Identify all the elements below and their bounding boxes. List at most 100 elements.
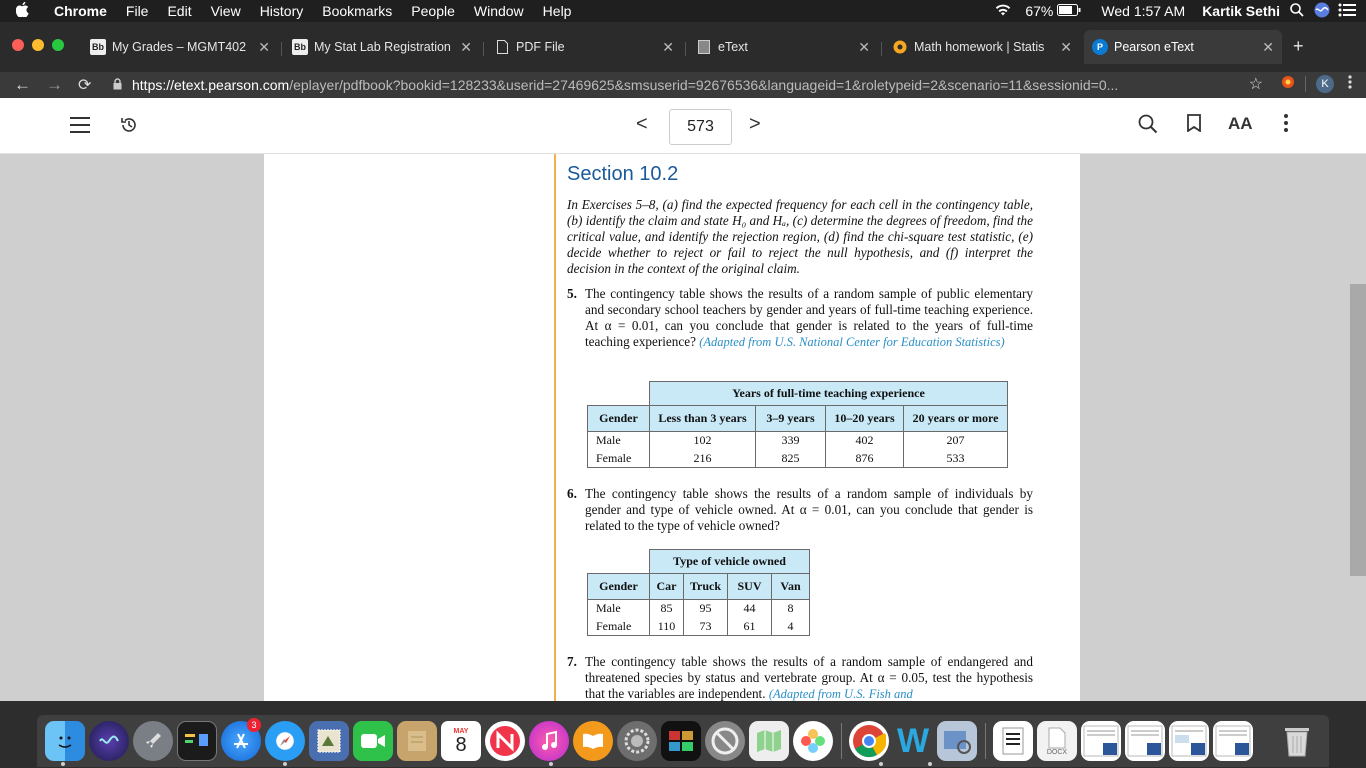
photo-booth-icon[interactable]	[661, 721, 701, 761]
itunes-music-icon[interactable]	[529, 721, 569, 761]
url-host: https://etext.pearson.com	[132, 77, 290, 93]
maps-icon[interactable]	[749, 721, 789, 761]
tab-math-homework[interactable]: Math homework | Statis ✕	[884, 36, 1080, 58]
column-header: Truck	[683, 573, 728, 600]
forward-arrow-icon[interactable]: →	[46, 75, 63, 95]
hamburger-menu-icon[interactable]	[70, 117, 90, 138]
calendar-day: 8	[455, 733, 467, 756]
battery-icon[interactable]	[1057, 3, 1081, 19]
chrome-menu-icon[interactable]	[1348, 74, 1352, 94]
menu-edit[interactable]: Edit	[167, 3, 191, 19]
font-size-button[interactable]: AA	[1228, 114, 1253, 134]
apple-icon[interactable]	[15, 1, 36, 20]
zoom-window-button[interactable]	[52, 39, 64, 51]
menu-view[interactable]: View	[211, 3, 241, 19]
system-preferences-gear-icon[interactable]	[617, 721, 657, 761]
tab-pearson-etext[interactable]: P Pearson eText ✕	[1084, 30, 1282, 64]
close-tab-icon[interactable]: ✕	[1262, 39, 1274, 56]
menu-file[interactable]: File	[126, 3, 149, 19]
tab-etext[interactable]: eText ✕	[688, 36, 878, 58]
reload-icon[interactable]: ⟳	[78, 75, 91, 95]
clock[interactable]: Wed 1:57 AM	[1101, 3, 1185, 19]
user-name[interactable]: Kartik Sethi	[1202, 3, 1280, 19]
minimize-window-button[interactable]	[32, 39, 44, 51]
file-type-label: DOCX	[1046, 748, 1068, 756]
docx-file-icon[interactable]: DOCX	[1037, 721, 1077, 761]
word-document-thumbnail-icon[interactable]	[1213, 721, 1253, 761]
table-group-header: Years of full-time teaching experience	[649, 381, 1008, 406]
calendar-icon[interactable]: MAY 8	[441, 721, 481, 761]
notes-paper-icon[interactable]	[397, 721, 437, 761]
vehicle-type-table: Type of vehicle owned Gender Car Truck S…	[587, 549, 810, 636]
table-row: Female 216 825 876 533	[587, 449, 1008, 468]
safari-compass-icon[interactable]	[265, 721, 305, 761]
running-indicator	[549, 762, 553, 766]
activity-monitor-icon[interactable]	[177, 721, 217, 761]
previous-page-button[interactable]: <	[636, 113, 648, 136]
profile-avatar[interactable]: K	[1316, 75, 1334, 93]
menu-people[interactable]: People	[411, 3, 455, 19]
tab-my-grades[interactable]: Bb My Grades – MGMT402 ✕	[82, 36, 278, 58]
more-options-icon[interactable]	[1284, 114, 1288, 138]
tab-stat-lab[interactable]: Bb My Stat Lab Registration ✕	[284, 36, 480, 58]
photos-flower-icon[interactable]	[793, 721, 833, 761]
trash-icon[interactable]	[1277, 721, 1317, 761]
textbook-page: Section 10.2 In Exercises 5–8, (a) find …	[264, 154, 1080, 701]
menu-help[interactable]: Help	[543, 3, 572, 19]
menu-app-name[interactable]: Chrome	[54, 3, 107, 19]
menu-window[interactable]: Window	[474, 3, 524, 19]
table-cell: 4	[771, 617, 810, 636]
tab-title: My Grades – MGMT402	[112, 40, 247, 54]
page-scrollbar[interactable]	[1350, 284, 1366, 576]
bookmark-star-icon[interactable]: ☆	[1249, 74, 1263, 94]
books-icon[interactable]	[573, 721, 613, 761]
close-tab-icon[interactable]: ✕	[662, 39, 674, 56]
word-document-thumbnail-icon[interactable]	[1125, 721, 1165, 761]
finder-icon[interactable]	[45, 721, 85, 761]
lock-icon[interactable]	[113, 77, 122, 93]
address-bar[interactable]: https://etext.pearson.com/eplayer/pdfboo…	[113, 74, 1243, 96]
history-icon[interactable]	[119, 115, 139, 140]
extension-icon[interactable]	[1281, 75, 1295, 94]
facetime-icon[interactable]	[353, 721, 393, 761]
back-arrow-icon[interactable]: ←	[14, 75, 31, 95]
running-indicator	[61, 762, 65, 766]
dock-area: 3 MAY 8 W DOCX	[0, 701, 1366, 768]
table-group-header: Type of vehicle owned	[649, 549, 810, 574]
siri-icon[interactable]	[89, 721, 129, 761]
table-cell: 85	[649, 599, 684, 618]
new-tab-button[interactable]: +	[1293, 36, 1304, 57]
tab-pdf-file[interactable]: PDF File ✕	[486, 36, 682, 58]
close-tab-icon[interactable]: ✕	[858, 39, 870, 56]
document-stack-icon[interactable]	[993, 721, 1033, 761]
preview-icon[interactable]	[937, 721, 977, 761]
close-tab-icon[interactable]: ✕	[460, 39, 472, 56]
window-controls	[12, 39, 64, 51]
dock-divider	[841, 723, 842, 759]
bookmark-icon[interactable]	[1187, 114, 1201, 138]
search-icon[interactable]	[1138, 114, 1158, 140]
word-document-thumbnail-icon[interactable]	[1081, 721, 1121, 761]
close-tab-icon[interactable]: ✕	[1060, 39, 1072, 56]
mail-stamp-icon[interactable]	[309, 721, 349, 761]
menu-bookmarks[interactable]: Bookmarks	[322, 3, 392, 19]
word-w-icon[interactable]: W	[893, 721, 933, 761]
exercise-source: (Adapted from U.S. Fish and	[768, 687, 913, 701]
document-icon	[494, 39, 510, 55]
page-number-input[interactable]: 573	[669, 109, 732, 145]
wifi-icon[interactable]	[995, 3, 1011, 19]
exercise-source: (Adapted from U.S. National Center for E…	[699, 335, 1005, 349]
launchpad-rocket-icon[interactable]	[133, 721, 173, 761]
siri-icon[interactable]	[1314, 2, 1330, 21]
news-no-entry-icon[interactable]	[485, 721, 525, 761]
spotlight-search-icon[interactable]	[1290, 2, 1304, 20]
word-document-thumbnail-icon[interactable]	[1169, 721, 1209, 761]
no-entry-app-icon[interactable]	[705, 721, 745, 761]
close-window-button[interactable]	[12, 39, 24, 51]
next-page-button[interactable]: >	[749, 113, 761, 136]
notification-center-icon[interactable]	[1338, 3, 1356, 20]
menu-history[interactable]: History	[260, 3, 304, 19]
close-tab-icon[interactable]: ✕	[258, 39, 270, 56]
chrome-icon[interactable]	[849, 721, 889, 761]
section-title: Section 10.2	[567, 163, 679, 185]
